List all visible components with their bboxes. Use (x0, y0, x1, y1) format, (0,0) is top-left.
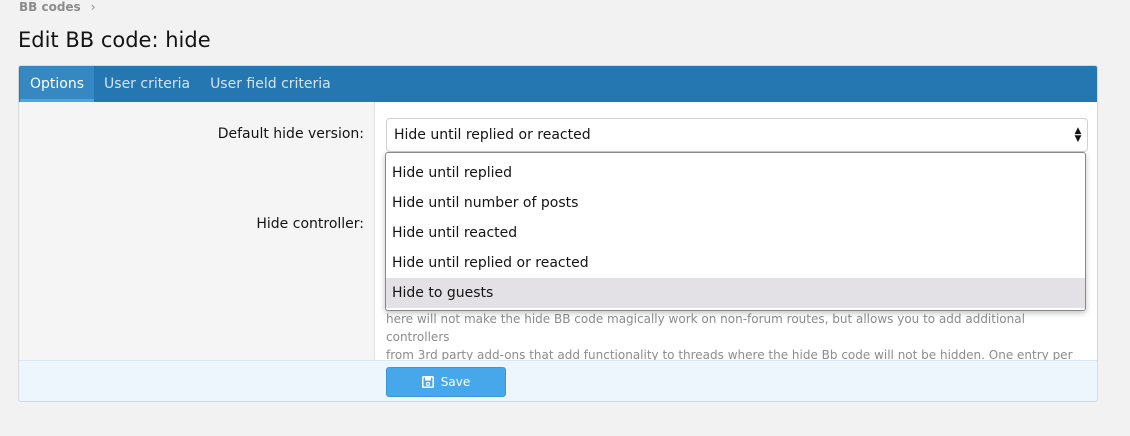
save-icon (421, 376, 434, 388)
default-hide-version-select[interactable]: Hide until replied or reacted ▲ ▼ (386, 118, 1088, 152)
dropdown-option[interactable]: Hide until reacted (386, 218, 1085, 248)
select-arrows-icon: ▲ ▼ (1074, 126, 1082, 144)
select-value: Hide until replied or reacted (394, 127, 591, 143)
default-hide-version-label: Default hide version: (217, 126, 364, 142)
dropdown-option[interactable]: Hide until replied (386, 158, 1085, 188)
hint-line: here will not make the hide BB code magi… (386, 312, 1025, 344)
chevron-right-icon: › (90, 0, 96, 14)
tab-options[interactable]: Options (20, 66, 95, 102)
breadcrumb-link-bb-codes[interactable]: BB codes (19, 0, 81, 14)
dropdown-option[interactable]: Hide until number of posts (386, 188, 1085, 218)
hide-controller-label: Hide controller: (256, 216, 364, 232)
tab-user-field-criteria[interactable]: User field criteria (200, 66, 341, 102)
hide-version-dropdown: Hide until replied Hide until number of … (385, 152, 1086, 311)
breadcrumb: BB codes › (19, 0, 96, 14)
dropdown-option-highlighted[interactable]: Hide to guests (386, 278, 1085, 308)
dropdown-option[interactable]: Hide until replied or reacted (386, 248, 1085, 278)
tab-user-criteria[interactable]: User criteria (94, 66, 200, 102)
label-column: Default hide version: Hide controller: (19, 102, 375, 360)
save-button[interactable]: Save (386, 367, 506, 397)
tab-bar: Options User criteria User field criteri… (19, 66, 1097, 102)
page-title: Edit BB code: hide (18, 28, 211, 52)
form-submit-row: Save (19, 360, 1097, 401)
save-button-label: Save (440, 375, 471, 389)
